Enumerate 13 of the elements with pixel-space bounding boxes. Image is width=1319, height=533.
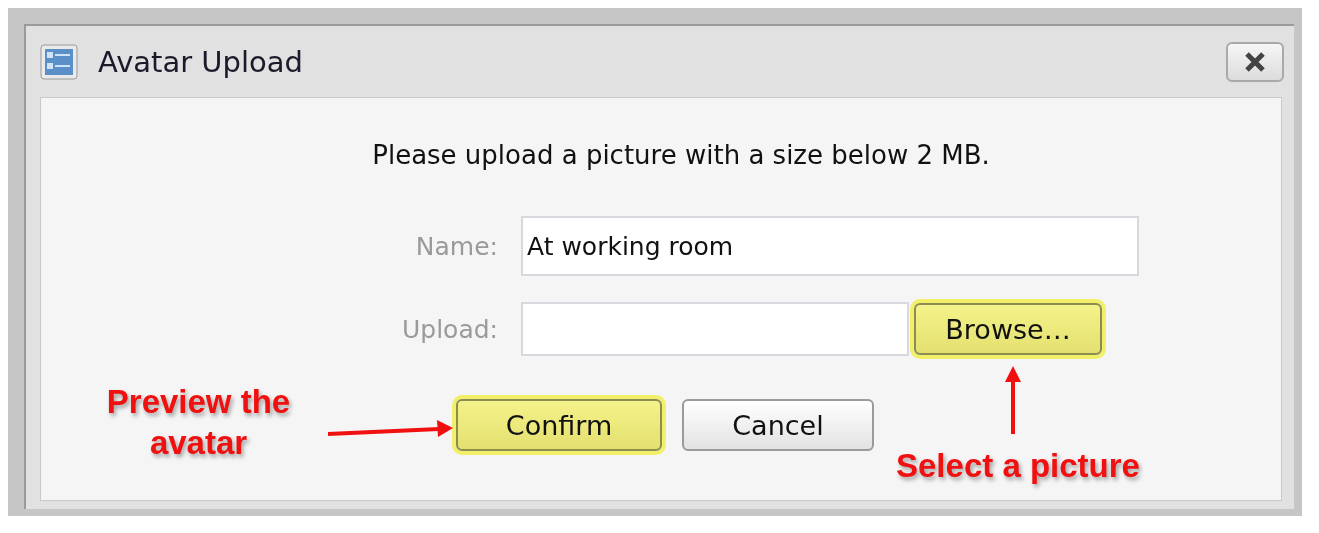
instruction-text: Please upload a picture with a size below 2 MB. <box>371 140 991 170</box>
close-icon <box>1244 51 1266 72</box>
annotation-text: Preview the avatar <box>105 382 292 464</box>
window-icon <box>40 43 78 80</box>
annotation-arrow <box>1005 366 1021 434</box>
field-label: Upload: <box>400 314 498 344</box>
window-title: Avatar Upload <box>98 44 303 79</box>
cancel-button[interactable]: Cancel <box>682 399 874 451</box>
annotation-text: Select a picture <box>896 446 1140 486</box>
field-label: Name: <box>414 231 498 261</box>
name-field[interactable]: At working room <box>521 216 1139 276</box>
close-button[interactable] <box>1226 41 1284 82</box>
upload-field[interactable] <box>521 302 909 356</box>
